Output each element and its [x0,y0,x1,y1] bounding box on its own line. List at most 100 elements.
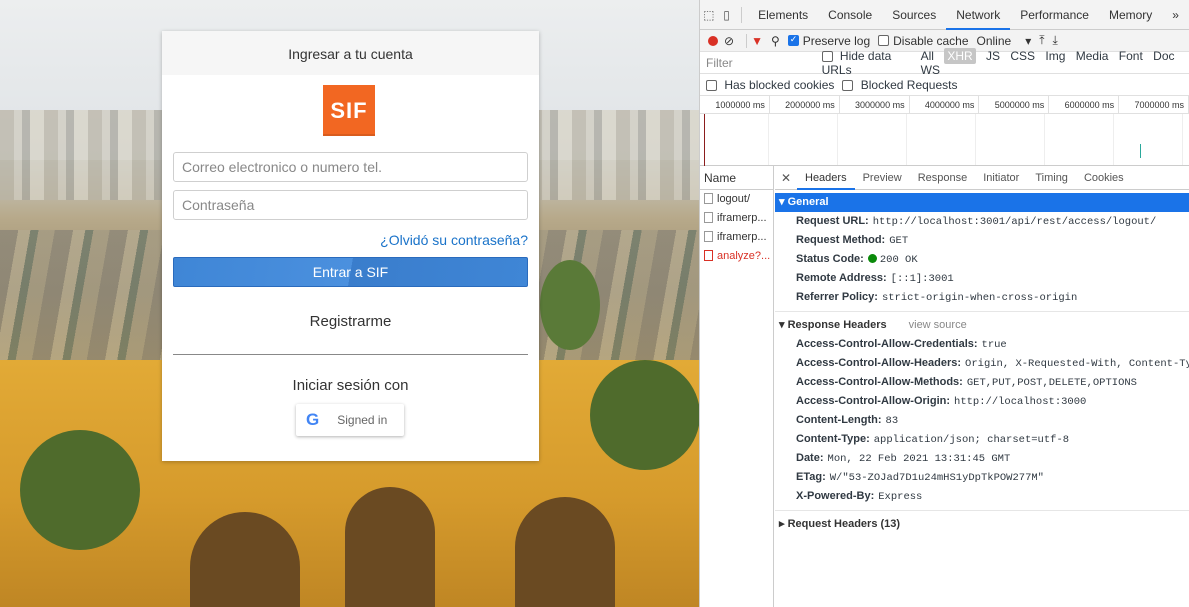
filter-bar: Filter Hide data URLs All XHR JS CSS Img… [700,47,1189,77]
timeline-tick: 2000000 ms [770,96,840,113]
header-field: Referrer Policy: strict-origin-when-cross… [775,288,1189,307]
type-filter-xhr[interactable]: XHR [944,47,976,64]
timeline-tick: 4000000 ms [910,96,980,113]
timeline-request-bar [1140,144,1141,158]
header-value: Express [878,491,923,503]
response-headers-title: ▾ Response Headers [779,319,887,331]
request-row[interactable]: logout/ [700,190,773,209]
preserve-log-checkbox[interactable]: Preserve log [787,34,870,48]
timeline-tick: 3000000 ms [840,96,910,113]
header-key: Request URL: [796,215,869,227]
type-filter-font[interactable]: Font [1119,49,1143,63]
tab-response[interactable]: Response [910,166,976,190]
document-icon [704,212,713,223]
timeline-overview[interactable] [700,114,1189,166]
header-key: Access-Control-Allow-Origin: [796,395,951,407]
detail-tabbar: ✕ Headers Preview Response Initiator Tim… [775,166,1189,190]
request-name: analyze?... [717,250,771,262]
header-field: Remote Address: [::1]:3001 [775,269,1189,288]
header-value: Origin, X-Requested-With, Content-Type, [965,358,1189,370]
clear-icon[interactable]: ⊘ [724,34,734,48]
general-section-header[interactable]: ▾ General [775,193,1189,212]
network-split-view: Name logout/ iframerp... iframerp... ana… [700,166,1189,607]
upload-icon[interactable]: ⤒ [1039,33,1044,48]
type-filter-doc[interactable]: Doc [1153,49,1174,63]
header-key: Remote Address: [796,272,887,284]
type-filter-img[interactable]: Img [1045,49,1065,63]
header-value: 83 [885,415,899,427]
tab-initiator[interactable]: Initiator [975,166,1027,190]
header-field: Access-Control-Allow-Headers: Origin, X-R… [775,354,1189,373]
document-icon [704,193,713,204]
device-toolbar-icon[interactable]: ▯ [718,8,736,22]
alt-login-label: Iniciar sesión con [292,377,409,394]
blocked-requests-label: Blocked Requests [860,77,958,92]
tab-timing[interactable]: Timing [1027,166,1076,190]
has-blocked-cookies-checkbox[interactable]: Has blocked cookies [706,78,834,92]
more-tabs-button[interactable]: » [1162,0,1189,30]
type-filter-css[interactable]: CSS [1010,49,1035,63]
request-list-header[interactable]: Name [700,166,773,190]
email-field[interactable] [173,152,528,182]
response-headers-section-header[interactable]: ▾ Response Headers view source [775,316,1189,335]
tab-preview[interactable]: Preview [855,166,910,190]
blocked-filter-bar: Has blocked cookies Blocked Requests [700,74,1189,96]
register-link[interactable]: Registrarme [162,313,539,330]
download-icon[interactable]: ⤓ [1053,33,1058,48]
header-field: Date: Mon, 22 Feb 2021 13:31:45 GMT [775,449,1189,468]
header-value: W/"53-ZOJad7D1u24mHS1yDpTkPOW277M" [829,472,1044,484]
tab-headers[interactable]: Headers [797,166,855,190]
header-key: Status Code: [796,253,864,265]
type-filter-ws[interactable]: WS [921,63,940,77]
close-icon[interactable]: ✕ [775,171,797,185]
tab-performance[interactable]: Performance [1010,0,1099,30]
request-row[interactable]: analyze?... [700,247,773,266]
header-field: X-Powered-By: Express [775,487,1189,506]
type-filter-js[interactable]: JS [986,49,1000,63]
sif-logo: SIF [323,85,375,136]
header-value: http://localhost:3000 [954,396,1087,408]
throttling-value: Online [976,33,1012,48]
request-headers-section-header[interactable]: ▸ Request Headers (13) [775,515,1189,534]
header-value: Mon, 22 Feb 2021 13:31:45 GMT [827,453,1011,465]
request-row[interactable]: iframerp... [700,209,773,228]
search-icon[interactable]: ⚲ [771,34,780,48]
tab-memory[interactable]: Memory [1099,0,1162,30]
header-key: Access-Control-Allow-Headers: [796,357,962,369]
tab-sources[interactable]: Sources [882,0,946,30]
tab-elements[interactable]: Elements [748,0,818,30]
google-icon: G [306,410,320,429]
tab-network[interactable]: Network [946,0,1011,30]
type-filter-all[interactable]: All [921,49,934,63]
view-source-link[interactable]: view source [909,319,967,331]
header-key: Access-Control-Allow-Methods: [796,376,963,388]
filter-input[interactable]: Filter [706,56,822,70]
disable-cache-checkbox[interactable]: Disable cache [878,34,969,48]
status-ok-icon [867,254,877,263]
inspect-element-icon[interactable]: ⬚ [700,8,718,22]
header-key: Access-Control-Allow-Credentials: [796,338,978,350]
record-icon[interactable] [708,35,718,46]
google-signin-button[interactable]: G Signed in [296,404,404,436]
devtools-panel: ⬚ ▯ Elements Console Sources Network Per… [699,0,1189,607]
throttling-select[interactable]: Online ▾ [977,34,1032,48]
header-field: Request URL: http://localhost:3001/api/re… [775,212,1189,231]
login-submit-button[interactable]: Entrar a SIF [173,257,528,287]
password-field[interactable] [173,190,528,220]
tab-cookies[interactable]: Cookies [1076,166,1132,190]
devtools-tabbar: ⬚ ▯ Elements Console Sources Network Per… [700,0,1189,30]
hide-data-urls-checkbox[interactable]: Hide data URLs [821,49,915,77]
has-blocked-cookies-label: Has blocked cookies [724,77,835,92]
checkbox-icon [706,79,717,91]
type-filter-media[interactable]: Media [1076,49,1109,63]
header-key: Referrer Policy: [796,291,878,303]
request-row[interactable]: iframerp... [700,228,773,247]
forgot-password-link[interactable]: ¿Olvidó su contraseña? [380,232,528,248]
timeline-marker [704,114,705,166]
tab-console[interactable]: Console [818,0,882,30]
blocked-requests-checkbox[interactable]: Blocked Requests [842,78,957,92]
request-list: Name logout/ iframerp... iframerp... ana… [700,166,774,607]
checkbox-icon [878,35,890,46]
filter-icon[interactable]: ▼ [751,34,763,48]
header-value: [::1]:3001 [890,273,954,285]
